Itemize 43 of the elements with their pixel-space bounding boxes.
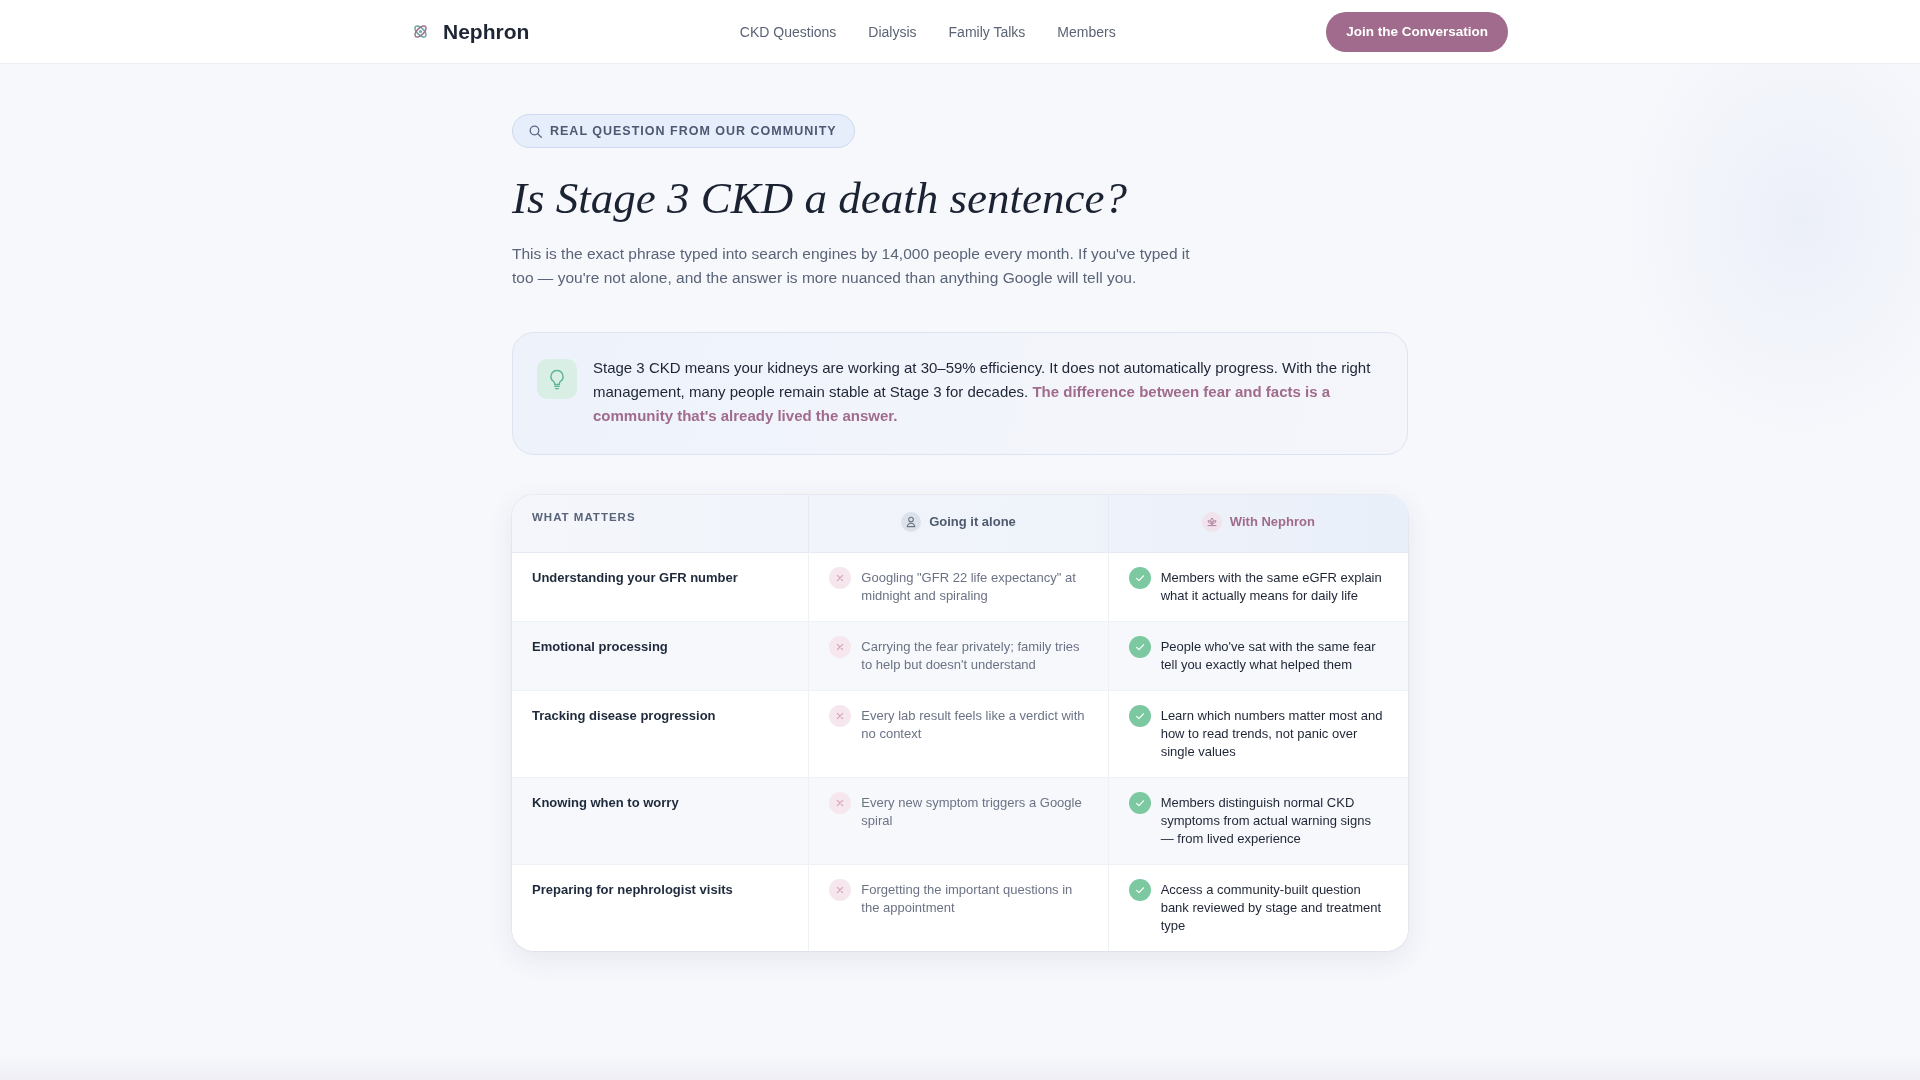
callout-text: Stage 3 CKD means your kidneys are working at 30–59% efficiency. It does not automatically progress. With the right management, many people remain stable at Stage 3 for decades. The difference between fear and facts is a community that's already lived the answer. (593, 358, 1372, 426)
criterion-label: Knowing when to worry (532, 794, 679, 812)
check-icon (1128, 705, 1151, 727)
brand-name[interactable]: Nephron (443, 19, 530, 44)
nav-link[interactable]: Family Talks (948, 23, 1026, 40)
check-icon (1128, 879, 1151, 901)
intro-paragraph: This is the exact phrase typed into search engines by 14,000 people every month. If you've typed it too — you're not alone, and the answer is more nuanced than anything Google will tell you. (512, 244, 1191, 288)
drawback-text: Forgetting the important questions in the appointment (861, 881, 1074, 917)
benefit-text: Learn which numbers matter most and how to read trends, not panic over single values (1160, 707, 1384, 761)
logo-icon[interactable] (412, 23, 429, 40)
lightbulb-icon (537, 359, 577, 399)
cross-icon (829, 792, 852, 814)
drawback-text: Googling "GFR 22 life expectancy" at midnight and spiraling (861, 569, 1077, 605)
benefit-text: People who've sat with the same fear tell you exactly what helped them (1160, 638, 1377, 674)
check-icon (1128, 636, 1151, 658)
badge-text: REAL QUESTION FROM OUR COMMUNITY (550, 124, 837, 138)
join-button[interactable]: Join the Conversation (1326, 11, 1508, 52)
nav-link[interactable]: Dialysis (868, 23, 917, 40)
benefit-text: Access a community-built question bank reviewed by stage and treatment type (1160, 881, 1383, 935)
check-icon (1128, 792, 1151, 814)
criterion-label: Understanding your GFR number (532, 569, 738, 587)
criterion-label: Tracking disease progression (532, 707, 716, 725)
search-icon (529, 124, 542, 138)
column-header: With Nephron (1229, 513, 1315, 531)
drawback-text: Every new symptom triggers a Google spiral (861, 794, 1083, 830)
page-title: Is Stage 3 CKD a death sentence? (512, 172, 1128, 225)
column-header: Going it alone (929, 513, 1016, 531)
cross-icon (829, 705, 852, 727)
nav-link[interactable]: CKD Questions (739, 23, 837, 40)
criterion-label: Preparing for nephrologist visits (532, 881, 733, 899)
drawback-text: Carrying the fear privately; family tries to help but doesn't understand (861, 638, 1081, 674)
person-icon (901, 512, 922, 532)
benefit-text: Members distinguish normal CKD symptoms from actual warning signs — from lived experience (1160, 794, 1372, 848)
benefit-text: Members with the same eGFR explain what it actually means for daily life (1160, 569, 1383, 605)
cross-icon (829, 636, 852, 658)
cross-icon (829, 879, 852, 901)
criterion-label: Emotional processing (532, 638, 668, 656)
check-icon (1128, 567, 1151, 589)
nav-link[interactable]: Members (1057, 23, 1116, 40)
cross-icon (829, 567, 852, 589)
lotus-icon (1201, 512, 1222, 532)
column-header: WHAT MATTERS (532, 511, 636, 525)
drawback-text: Every lab result feels like a verdict with no context (861, 707, 1086, 743)
